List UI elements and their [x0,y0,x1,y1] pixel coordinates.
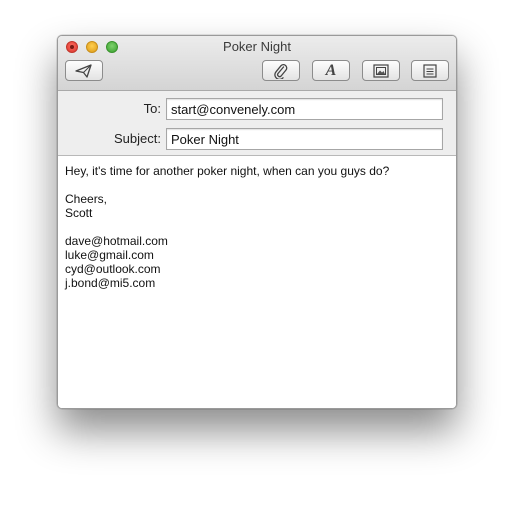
body-line: j.bond@mi5.com [65,276,156,290]
to-label: To: [143,101,161,116]
body-line: dave@hotmail.com [65,234,168,248]
body-line: luke@gmail.com [65,248,154,262]
message-header: To: Subject: [58,91,456,156]
body-line: Scott [65,206,93,220]
stationery-icon [423,63,437,78]
font-icon: A [325,61,337,79]
paperclip-icon [274,63,288,79]
message-body[interactable]: Hey, it's time for another poker night, … [58,156,456,408]
subject-label: Subject: [114,131,161,146]
body-line: Hey, it's time for another poker night, … [65,164,390,178]
body-line [65,178,449,192]
body-line: Cheers, [65,192,108,206]
photo-browser-icon [373,63,389,78]
paper-plane-icon [75,63,92,78]
compose-window: Poker Night A To: start@convenely.com Su… [57,35,457,409]
subject-row: Subject: [58,128,456,150]
to-row: To: [58,98,456,120]
window-title: Poker Night [223,39,291,54]
attach-button[interactable] [262,60,300,81]
subject-field[interactable] [166,128,443,150]
stationery-button[interactable] [411,60,449,81]
titlebar: Poker Night A [58,36,456,91]
photo-browser-button[interactable] [362,60,400,81]
fonts-button[interactable]: A [312,60,350,81]
body-line [65,220,449,234]
to-field[interactable] [166,98,443,120]
send-button[interactable] [65,60,103,81]
body-line: cyd@outlook.com [65,262,161,276]
